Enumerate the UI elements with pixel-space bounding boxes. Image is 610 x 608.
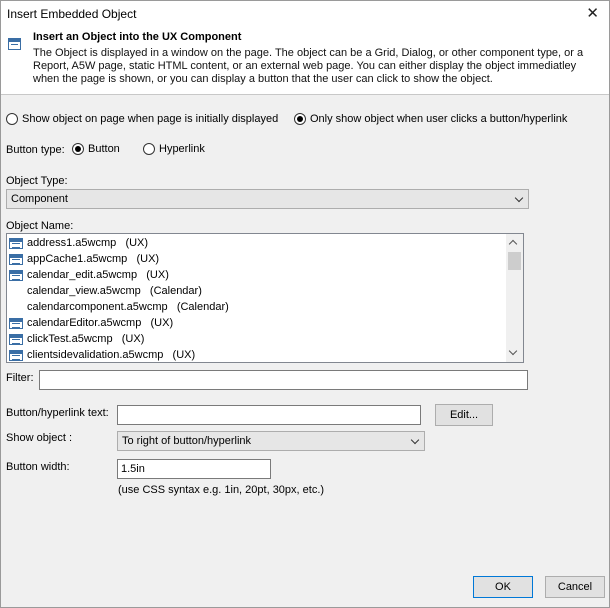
button-text-input[interactable] bbox=[117, 405, 421, 425]
header-description: The Object is displayed in a window on t… bbox=[33, 47, 584, 85]
list-item[interactable]: calendarcomponent.a5wcmp (Calendar) bbox=[9, 299, 229, 315]
chevron-down-icon bbox=[410, 435, 420, 445]
radio-show-on-load-label: Show object on page when page is initial… bbox=[22, 113, 279, 125]
radio-button-type-button[interactable]: Button bbox=[72, 143, 120, 155]
show-object-select[interactable]: To right of button/hyperlink bbox=[117, 431, 425, 451]
radio-show-on-click-label: Only show object when user clicks a butt… bbox=[310, 113, 568, 125]
cancel-button[interactable]: Cancel bbox=[545, 576, 605, 598]
list-item-name: clickTest.a5wcmp bbox=[27, 333, 113, 345]
edit-button[interactable]: Edit... bbox=[435, 404, 493, 426]
list-item-type: (UX) bbox=[150, 317, 174, 329]
object-type-label: Object Type: bbox=[6, 175, 68, 187]
list-item[interactable]: calendar_edit.a5wcmp (UX) bbox=[9, 267, 169, 283]
close-icon[interactable]: ✕ bbox=[586, 4, 599, 22]
scrollbar-thumb[interactable] bbox=[508, 252, 521, 270]
object-name-list[interactable]: address1.a5wcmp (UX) appCache1.a5wcmp (U… bbox=[6, 233, 524, 363]
chevron-down-icon bbox=[514, 193, 524, 203]
dialog-header: Insert an Object into the UX Component T… bbox=[1, 27, 609, 95]
list-item-name: calendarEditor.a5wcmp bbox=[27, 317, 142, 329]
scroll-down-icon[interactable] bbox=[508, 346, 518, 356]
list-item-type: (Calendar) bbox=[176, 301, 229, 313]
ux-component-icon bbox=[9, 253, 23, 265]
ux-component-icon bbox=[9, 317, 23, 329]
radio-button-label: Button bbox=[88, 143, 120, 155]
ux-component-icon bbox=[9, 349, 23, 361]
list-item[interactable]: calendar_view.a5wcmp (Calendar) bbox=[9, 283, 202, 299]
radio-button-type-hyperlink[interactable]: Hyperlink bbox=[143, 143, 205, 155]
radio-indicator-selected bbox=[294, 113, 306, 125]
ok-button[interactable]: OK bbox=[473, 576, 533, 598]
list-item[interactable]: clientsidevalidation.a5wcmp (UX) bbox=[9, 347, 196, 362]
ok-button-label: OK bbox=[495, 581, 511, 593]
show-object-value: To right of button/hyperlink bbox=[122, 435, 252, 447]
cancel-button-label: Cancel bbox=[557, 581, 593, 593]
button-width-input[interactable]: 1.5in bbox=[117, 459, 271, 479]
list-item-type: (UX) bbox=[121, 333, 145, 345]
list-item-name: calendar_view.a5wcmp bbox=[27, 285, 141, 297]
ux-component-icon bbox=[9, 333, 23, 345]
list-item-type: (UX) bbox=[172, 349, 196, 361]
filter-input[interactable] bbox=[39, 370, 528, 390]
radio-indicator bbox=[143, 143, 155, 155]
button-type-label: Button type: bbox=[6, 144, 65, 156]
list-item-name: calendarcomponent.a5wcmp bbox=[27, 301, 168, 313]
list-item-name: address1.a5wcmp bbox=[27, 237, 117, 249]
button-width-label: Button width: bbox=[6, 461, 70, 473]
object-name-label: Object Name: bbox=[6, 220, 74, 232]
header-title: Insert an Object into the UX Component bbox=[33, 31, 242, 43]
radio-show-on-click[interactable]: Only show object when user clicks a butt… bbox=[294, 113, 567, 125]
ux-component-icon bbox=[9, 237, 23, 249]
list-item-name: clientsidevalidation.a5wcmp bbox=[27, 349, 164, 361]
button-width-hint: (use CSS syntax e.g. 1in, 20pt, 30px, et… bbox=[118, 484, 325, 496]
list-item-type: (UX) bbox=[125, 237, 149, 249]
list-item-name: calendar_edit.a5wcmp bbox=[27, 269, 138, 281]
list-item-type: (UX) bbox=[136, 253, 160, 265]
list-item-name: appCache1.a5wcmp bbox=[27, 253, 128, 265]
radio-indicator-selected bbox=[72, 143, 84, 155]
list-item[interactable]: calendarEditor.a5wcmp (UX) bbox=[9, 315, 173, 331]
radio-hyperlink-label: Hyperlink bbox=[159, 143, 205, 155]
show-object-label: Show object : bbox=[6, 432, 73, 444]
scroll-up-icon[interactable] bbox=[508, 239, 518, 249]
list-item[interactable]: address1.a5wcmp (UX) bbox=[9, 235, 148, 251]
window-title: Insert Embedded Object bbox=[7, 7, 137, 21]
ux-component-icon bbox=[9, 269, 23, 281]
filter-label: Filter: bbox=[6, 372, 34, 384]
object-type-select[interactable]: Component bbox=[6, 189, 529, 209]
radio-show-on-load[interactable]: Show object on page when page is initial… bbox=[6, 113, 278, 125]
ux-component-icon bbox=[8, 38, 21, 50]
radio-indicator bbox=[6, 113, 18, 125]
object-type-value: Component bbox=[11, 193, 68, 205]
button-width-value: 1.5in bbox=[121, 463, 145, 475]
list-item-type: (Calendar) bbox=[149, 285, 202, 297]
title-bar: Insert Embedded Object ✕ bbox=[1, 1, 609, 27]
edit-button-label: Edit... bbox=[449, 409, 479, 421]
button-text-label: Button/hyperlink text: bbox=[6, 407, 109, 419]
list-item[interactable]: clickTest.a5wcmp (UX) bbox=[9, 331, 144, 347]
list-item[interactable]: appCache1.a5wcmp (UX) bbox=[9, 251, 159, 267]
insert-embedded-object-dialog: Insert Embedded Object ✕ Insert an Objec… bbox=[0, 0, 610, 608]
list-item-type: (UX) bbox=[146, 269, 169, 281]
list-scrollbar[interactable] bbox=[506, 234, 523, 362]
